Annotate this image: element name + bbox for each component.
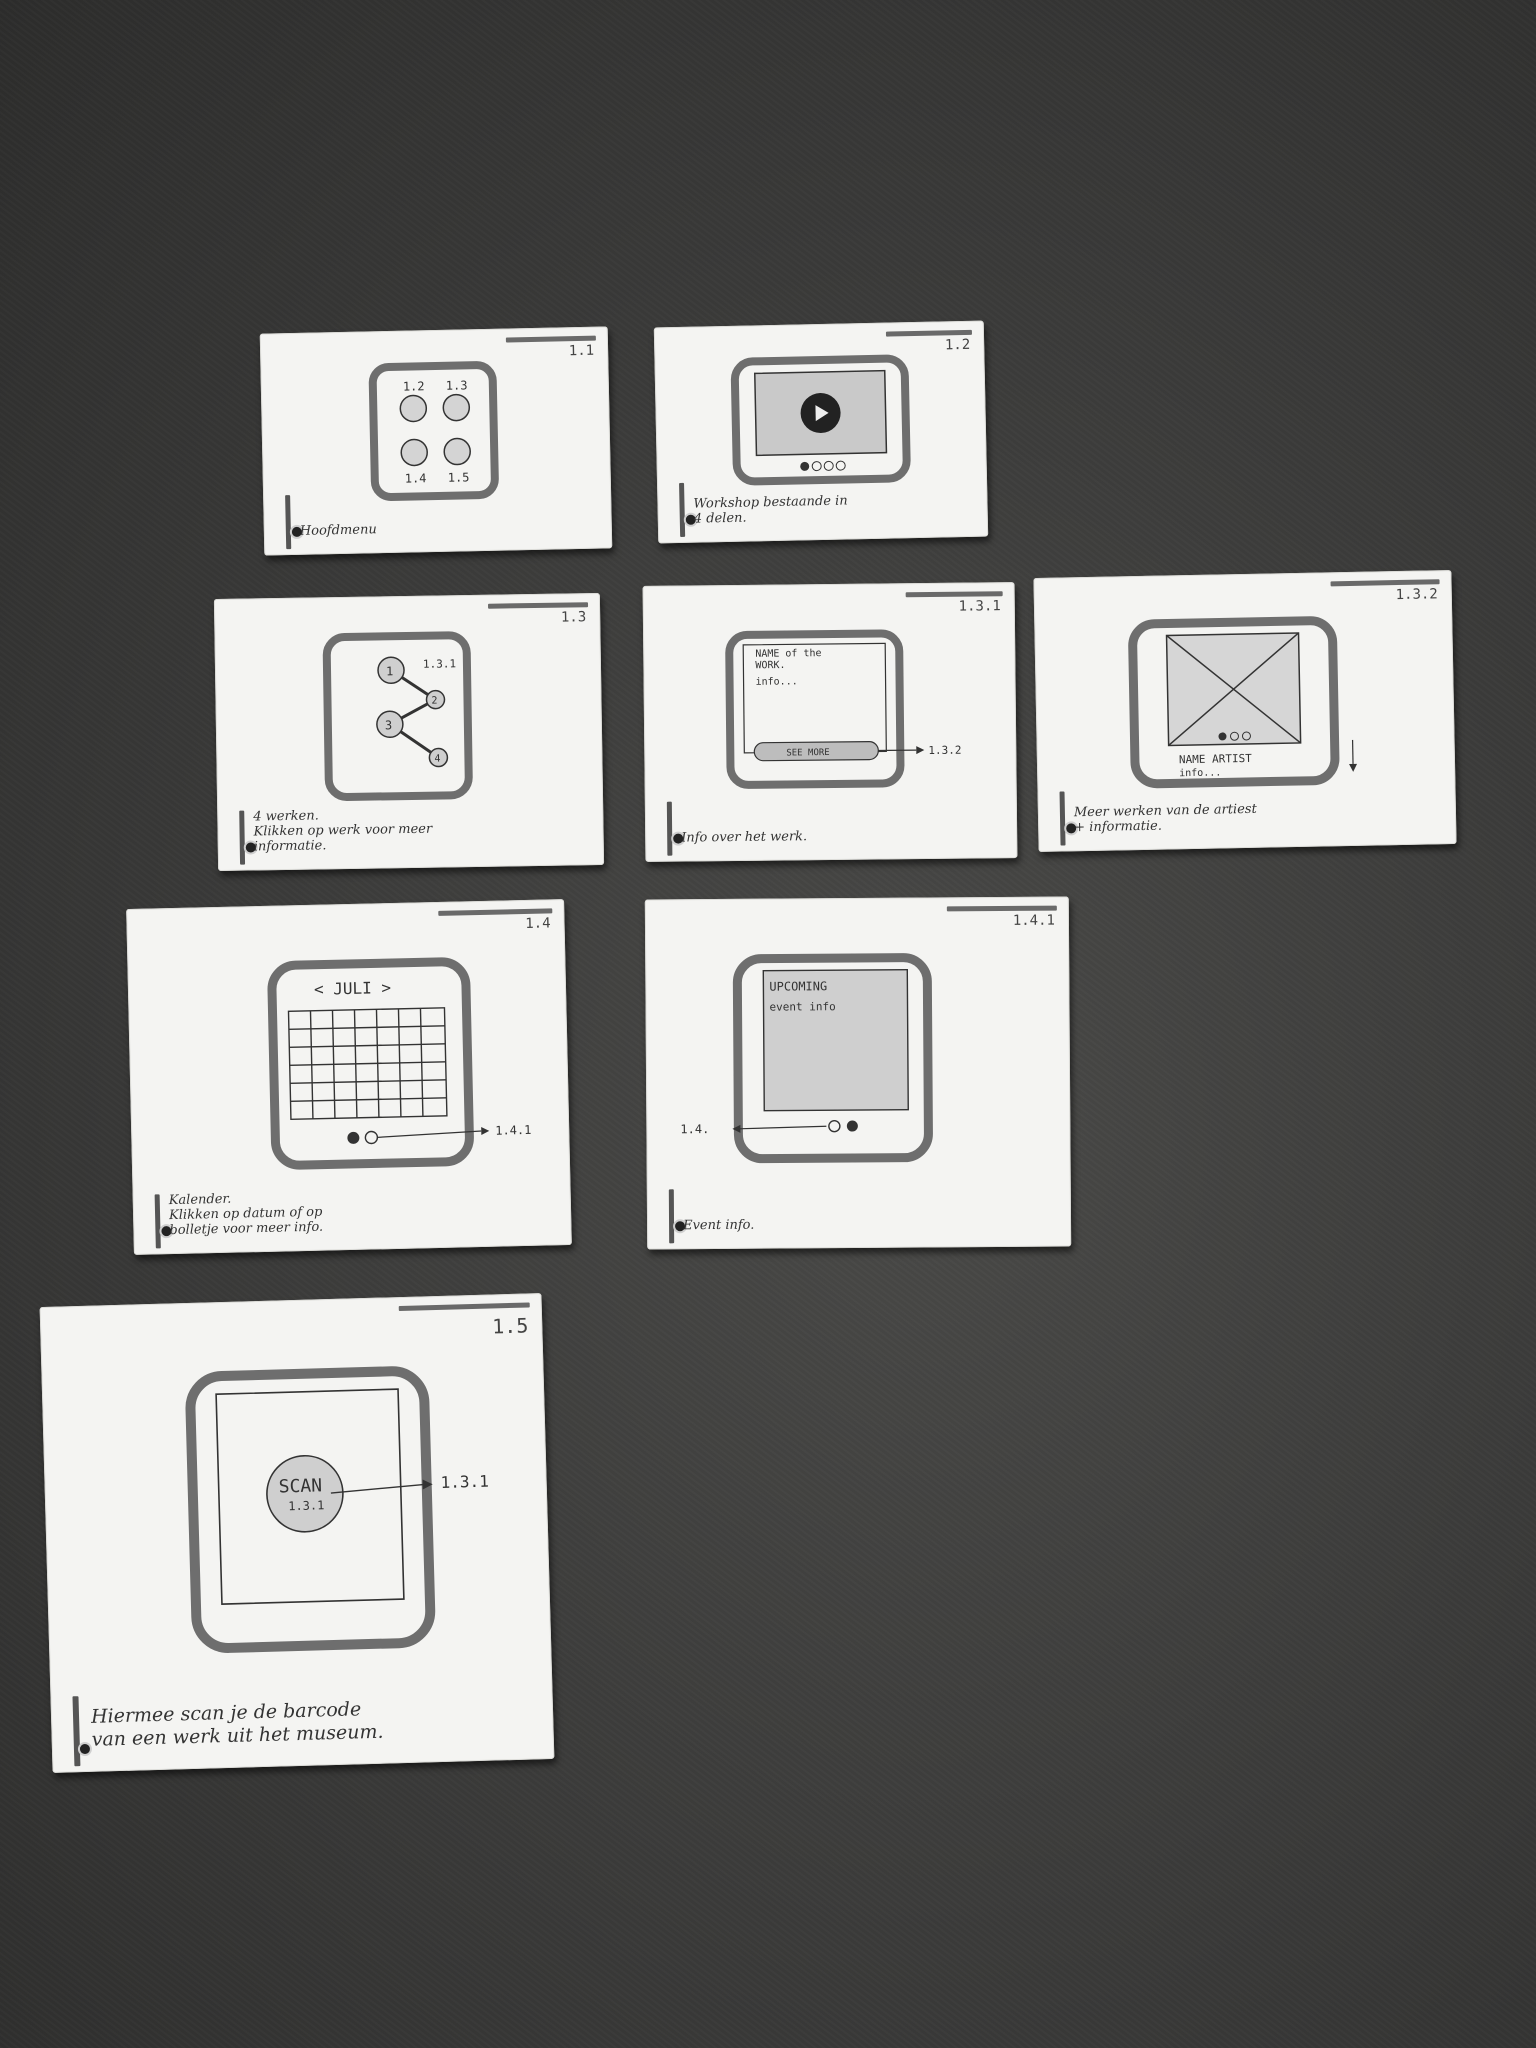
card-1-2: 1.2 Workshop bestaande in 4 delen. <box>653 320 989 544</box>
calendar-grid <box>287 1007 448 1121</box>
scan-sub-label: 1.3.1 <box>288 1498 325 1513</box>
icon-label: 1.4 <box>405 471 427 485</box>
icon-label: 1.2 <box>403 379 425 393</box>
card-caption: Workshop bestaande in 4 delen. <box>693 493 848 527</box>
icon-label: 1.3 <box>446 378 468 392</box>
down-arrow-icon <box>1349 763 1358 772</box>
card-1-3: 1.3 1 2 3 4 1.3.1 4 werken. Klikken op w… <box>213 592 605 872</box>
card-caption: 4 werken. Klikken op werk voor meer info… <box>253 808 433 855</box>
menu-icon-1-3 <box>442 393 471 422</box>
card-1-4: 1.4 < JULI > 1.4.1 Kalender. Klikken op … <box>126 899 572 1255</box>
node-label: 2 <box>431 696 437 707</box>
month-selector: < JULI > <box>314 978 391 999</box>
node-label: 3 <box>385 718 392 732</box>
left-bar <box>239 810 246 865</box>
card-1-5: 1.5 SCAN 1.3.1 1.3.1 Hiermee scan je de … <box>39 1293 555 1773</box>
link-label: 1.3.2 <box>928 744 961 757</box>
link-label: 1.3.1 <box>440 1472 489 1492</box>
artist-info: info... <box>1179 767 1221 779</box>
menu-icon-1-2 <box>399 394 428 423</box>
scan-label: SCAN <box>278 1475 322 1497</box>
card-1-3-1: 1.3.1 NAME of theWORK. info... SEE MORE … <box>642 582 1018 862</box>
card-1-4-1: 1.4.1 UPCOMING event info 1.4. Event inf… <box>644 896 1072 1250</box>
upcoming-heading: UPCOMING <box>769 979 827 993</box>
work-info: info... <box>756 676 798 687</box>
link-label: 1.4. <box>680 1122 709 1136</box>
left-bar <box>666 801 673 856</box>
phone-sketch: UPCOMING event info 1.4. <box>680 953 933 1164</box>
icon-label: 1.5 <box>448 470 470 484</box>
event-info: event info <box>769 1000 835 1013</box>
card-caption: Event info. <box>683 1217 755 1234</box>
node-label: 4 <box>434 754 440 765</box>
left-bar <box>1059 791 1066 846</box>
see-more-label: SEE MORE <box>786 748 829 758</box>
menu-icon-1-4 <box>400 438 428 467</box>
card-caption: Kalender. Klikken op datum of op bolletj… <box>168 1191 324 1239</box>
node-label: 1 <box>386 664 393 678</box>
link-label: 1.4.1 <box>495 1123 531 1138</box>
menu-icon-1-5 <box>443 437 471 466</box>
artist-name: NAME ARTIST <box>1179 752 1252 766</box>
link-label: 1.3.1 <box>423 657 456 671</box>
left-bar <box>668 1189 675 1244</box>
card-1-3-2: 1.3.2 NAME ARTIST info... Meer werken va… <box>1033 570 1457 852</box>
phone-sketch: NAME of theWORK. info... SEE MORE 1.3.2 <box>725 629 961 789</box>
card-1-1: 1.1 1.2 1.3 1.4 1.5 Hoofdmenu <box>259 326 613 556</box>
